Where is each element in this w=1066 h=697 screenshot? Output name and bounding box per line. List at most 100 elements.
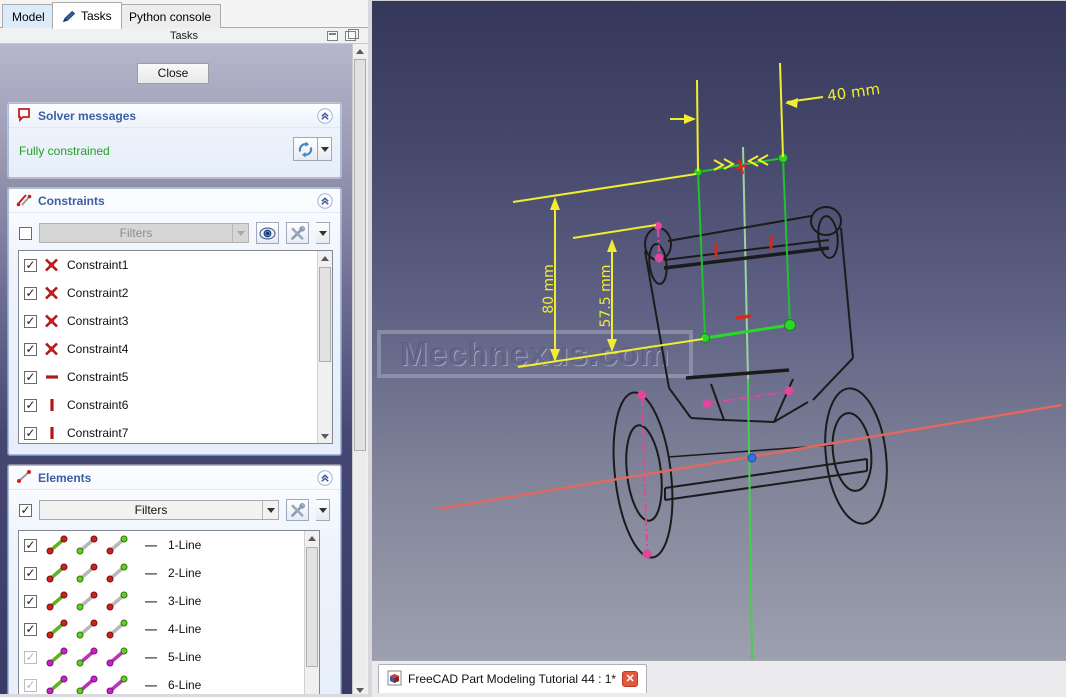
constraints-filter-row: Filters — [19, 222, 330, 244]
dash-icon: — — [145, 566, 157, 580]
element-row[interactable]: — 5-Line — [19, 643, 319, 671]
settings-dropdown[interactable] — [316, 499, 330, 521]
element-row[interactable]: — 2-Line — [19, 559, 319, 587]
scrollbar-thumb[interactable] — [319, 267, 331, 362]
3d-view[interactable]: Mechnexus.com 40 mm 80 mm 57.5 mm — [372, 0, 1066, 661]
constraint-checkbox[interactable] — [24, 342, 37, 356]
viewport: Mechnexus.com 40 mm 80 mm 57.5 mm FreeCA… — [372, 0, 1066, 697]
constraint-checkbox[interactable] — [24, 258, 37, 272]
close-button[interactable]: Close — [137, 63, 209, 84]
document-tab[interactable]: FreeCAD Part Modeling Tutorial 44 : 1* ✕ — [378, 664, 648, 693]
tasks-panel: Model Tasks Python console Tasks Close S… — [0, 0, 368, 697]
document-tab-title: FreeCAD Part Modeling Tutorial 44 : 1* — [408, 672, 617, 686]
elements-filter-checkbox[interactable] — [19, 503, 32, 517]
constraints-section-header[interactable]: Constraints — [9, 189, 340, 213]
constraint-row[interactable]: Constraint3 — [19, 307, 332, 335]
elements-filter-combo[interactable]: Filters — [39, 500, 279, 520]
vertical-constraint-icon — [44, 397, 60, 413]
tab-python-console[interactable]: Python console — [119, 4, 222, 28]
element-row[interactable]: — 3-Line — [19, 587, 319, 615]
scroll-down-icon[interactable] — [318, 429, 332, 443]
constraint-checkbox[interactable] — [24, 398, 37, 412]
element-checkbox[interactable] — [24, 622, 37, 636]
refresh-group — [293, 137, 332, 161]
tab-model[interactable]: Model — [2, 4, 55, 28]
element-row[interactable]: — 4-Line — [19, 615, 319, 643]
horizontal-constraint-icon — [44, 369, 60, 385]
constraints-filter-checkbox[interactable] — [19, 226, 32, 240]
coincident-constraint-icon — [44, 341, 60, 357]
solver-section-header[interactable]: Solver messages — [9, 104, 340, 128]
construction-geometry[interactable] — [637, 222, 794, 559]
constraint-checkbox[interactable] — [24, 314, 37, 328]
collapse-chevron-icon[interactable] — [317, 107, 333, 124]
float-icon[interactable] — [345, 29, 359, 41]
scroll-up-icon[interactable] — [305, 531, 319, 545]
coincident-constraint-icon — [44, 313, 60, 329]
constraint-checkbox[interactable] — [24, 370, 37, 384]
chevron-down-icon — [262, 501, 278, 519]
elements-icon — [16, 469, 32, 487]
element-checkbox[interactable] — [24, 566, 37, 580]
dimension-40mm[interactable]: 40 mm — [670, 62, 881, 172]
constraint-row[interactable]: Constraint7 — [19, 419, 332, 447]
solver-status: Fully constrained — [19, 144, 110, 158]
origin-point[interactable] — [747, 453, 757, 463]
constraints-list: Constraint1 Constraint2 Constraint3 — [18, 250, 333, 444]
document-icon — [387, 670, 402, 689]
line-element-icons — [44, 618, 130, 640]
line-element-icons — [44, 534, 130, 556]
settings-wand-button[interactable] — [286, 499, 309, 521]
refresh-dropdown[interactable] — [318, 137, 332, 161]
dash-icon: — — [145, 650, 157, 664]
tab-python-label: Python console — [129, 9, 212, 24]
element-label: 1-Line — [168, 538, 202, 552]
scroll-up-icon[interactable] — [353, 44, 367, 58]
constraint-row[interactable]: Constraint5 — [19, 363, 332, 391]
solver-messages-section: Solver messages Fully constrained — [8, 103, 341, 178]
refresh-button[interactable] — [293, 137, 318, 161]
constraint-row[interactable]: Constraint4 — [19, 335, 332, 363]
chevron-down-icon — [318, 507, 327, 513]
scrollbar-thumb[interactable] — [354, 59, 366, 451]
constraint-row[interactable]: Constraint6 — [19, 391, 332, 419]
collapse-chevron-icon[interactable] — [317, 469, 333, 486]
solver-section-title: Solver messages — [38, 108, 137, 123]
chevron-down-icon — [232, 224, 248, 242]
element-checkbox-disabled[interactable] — [24, 650, 37, 664]
dimension-57-5mm[interactable]: 57.5 mm — [572, 224, 657, 352]
show-hide-eye-button[interactable] — [256, 222, 279, 244]
close-icon[interactable]: ✕ — [622, 671, 639, 687]
line-element-icons — [44, 590, 130, 612]
scroll-up-icon[interactable] — [318, 251, 332, 265]
line-element-icons — [44, 646, 130, 668]
constraint-label: Constraint1 — [67, 258, 129, 272]
constraint-label: Constraint6 — [67, 398, 129, 412]
panel-scrollbar[interactable] — [352, 44, 367, 697]
elements-list-scrollbar[interactable] — [304, 531, 319, 697]
constraint-label: Constraint5 — [67, 370, 129, 384]
constraint-label: Constraint4 — [67, 342, 129, 356]
constraints-filter-combo[interactable]: Filters — [39, 223, 249, 243]
pencil-icon — [62, 10, 76, 23]
solver-icon — [16, 107, 32, 125]
dock-icon[interactable] — [327, 31, 338, 41]
settings-dropdown[interactable] — [316, 222, 330, 244]
collapse-chevron-icon[interactable] — [317, 192, 333, 209]
settings-wand-button[interactable] — [286, 222, 309, 244]
element-row[interactable]: — 1-Line — [19, 531, 319, 559]
constraint-checkbox[interactable] — [24, 426, 37, 440]
constraint-row[interactable]: Constraint2 — [19, 279, 332, 307]
element-checkbox[interactable] — [24, 538, 37, 552]
tab-tasks[interactable]: Tasks — [52, 2, 122, 29]
panel-title: Tasks — [169, 30, 199, 42]
scrollbar-thumb[interactable] — [306, 547, 318, 667]
element-checkbox-disabled[interactable] — [24, 678, 37, 692]
dash-icon: — — [145, 622, 157, 636]
constraint-checkbox[interactable] — [24, 286, 37, 300]
constraints-list-scrollbar[interactable] — [317, 251, 332, 443]
dim-40mm-label: 40 mm — [826, 80, 881, 105]
elements-section-header[interactable]: Elements — [9, 466, 340, 490]
element-checkbox[interactable] — [24, 594, 37, 608]
constraint-row[interactable]: Constraint1 — [19, 251, 332, 279]
